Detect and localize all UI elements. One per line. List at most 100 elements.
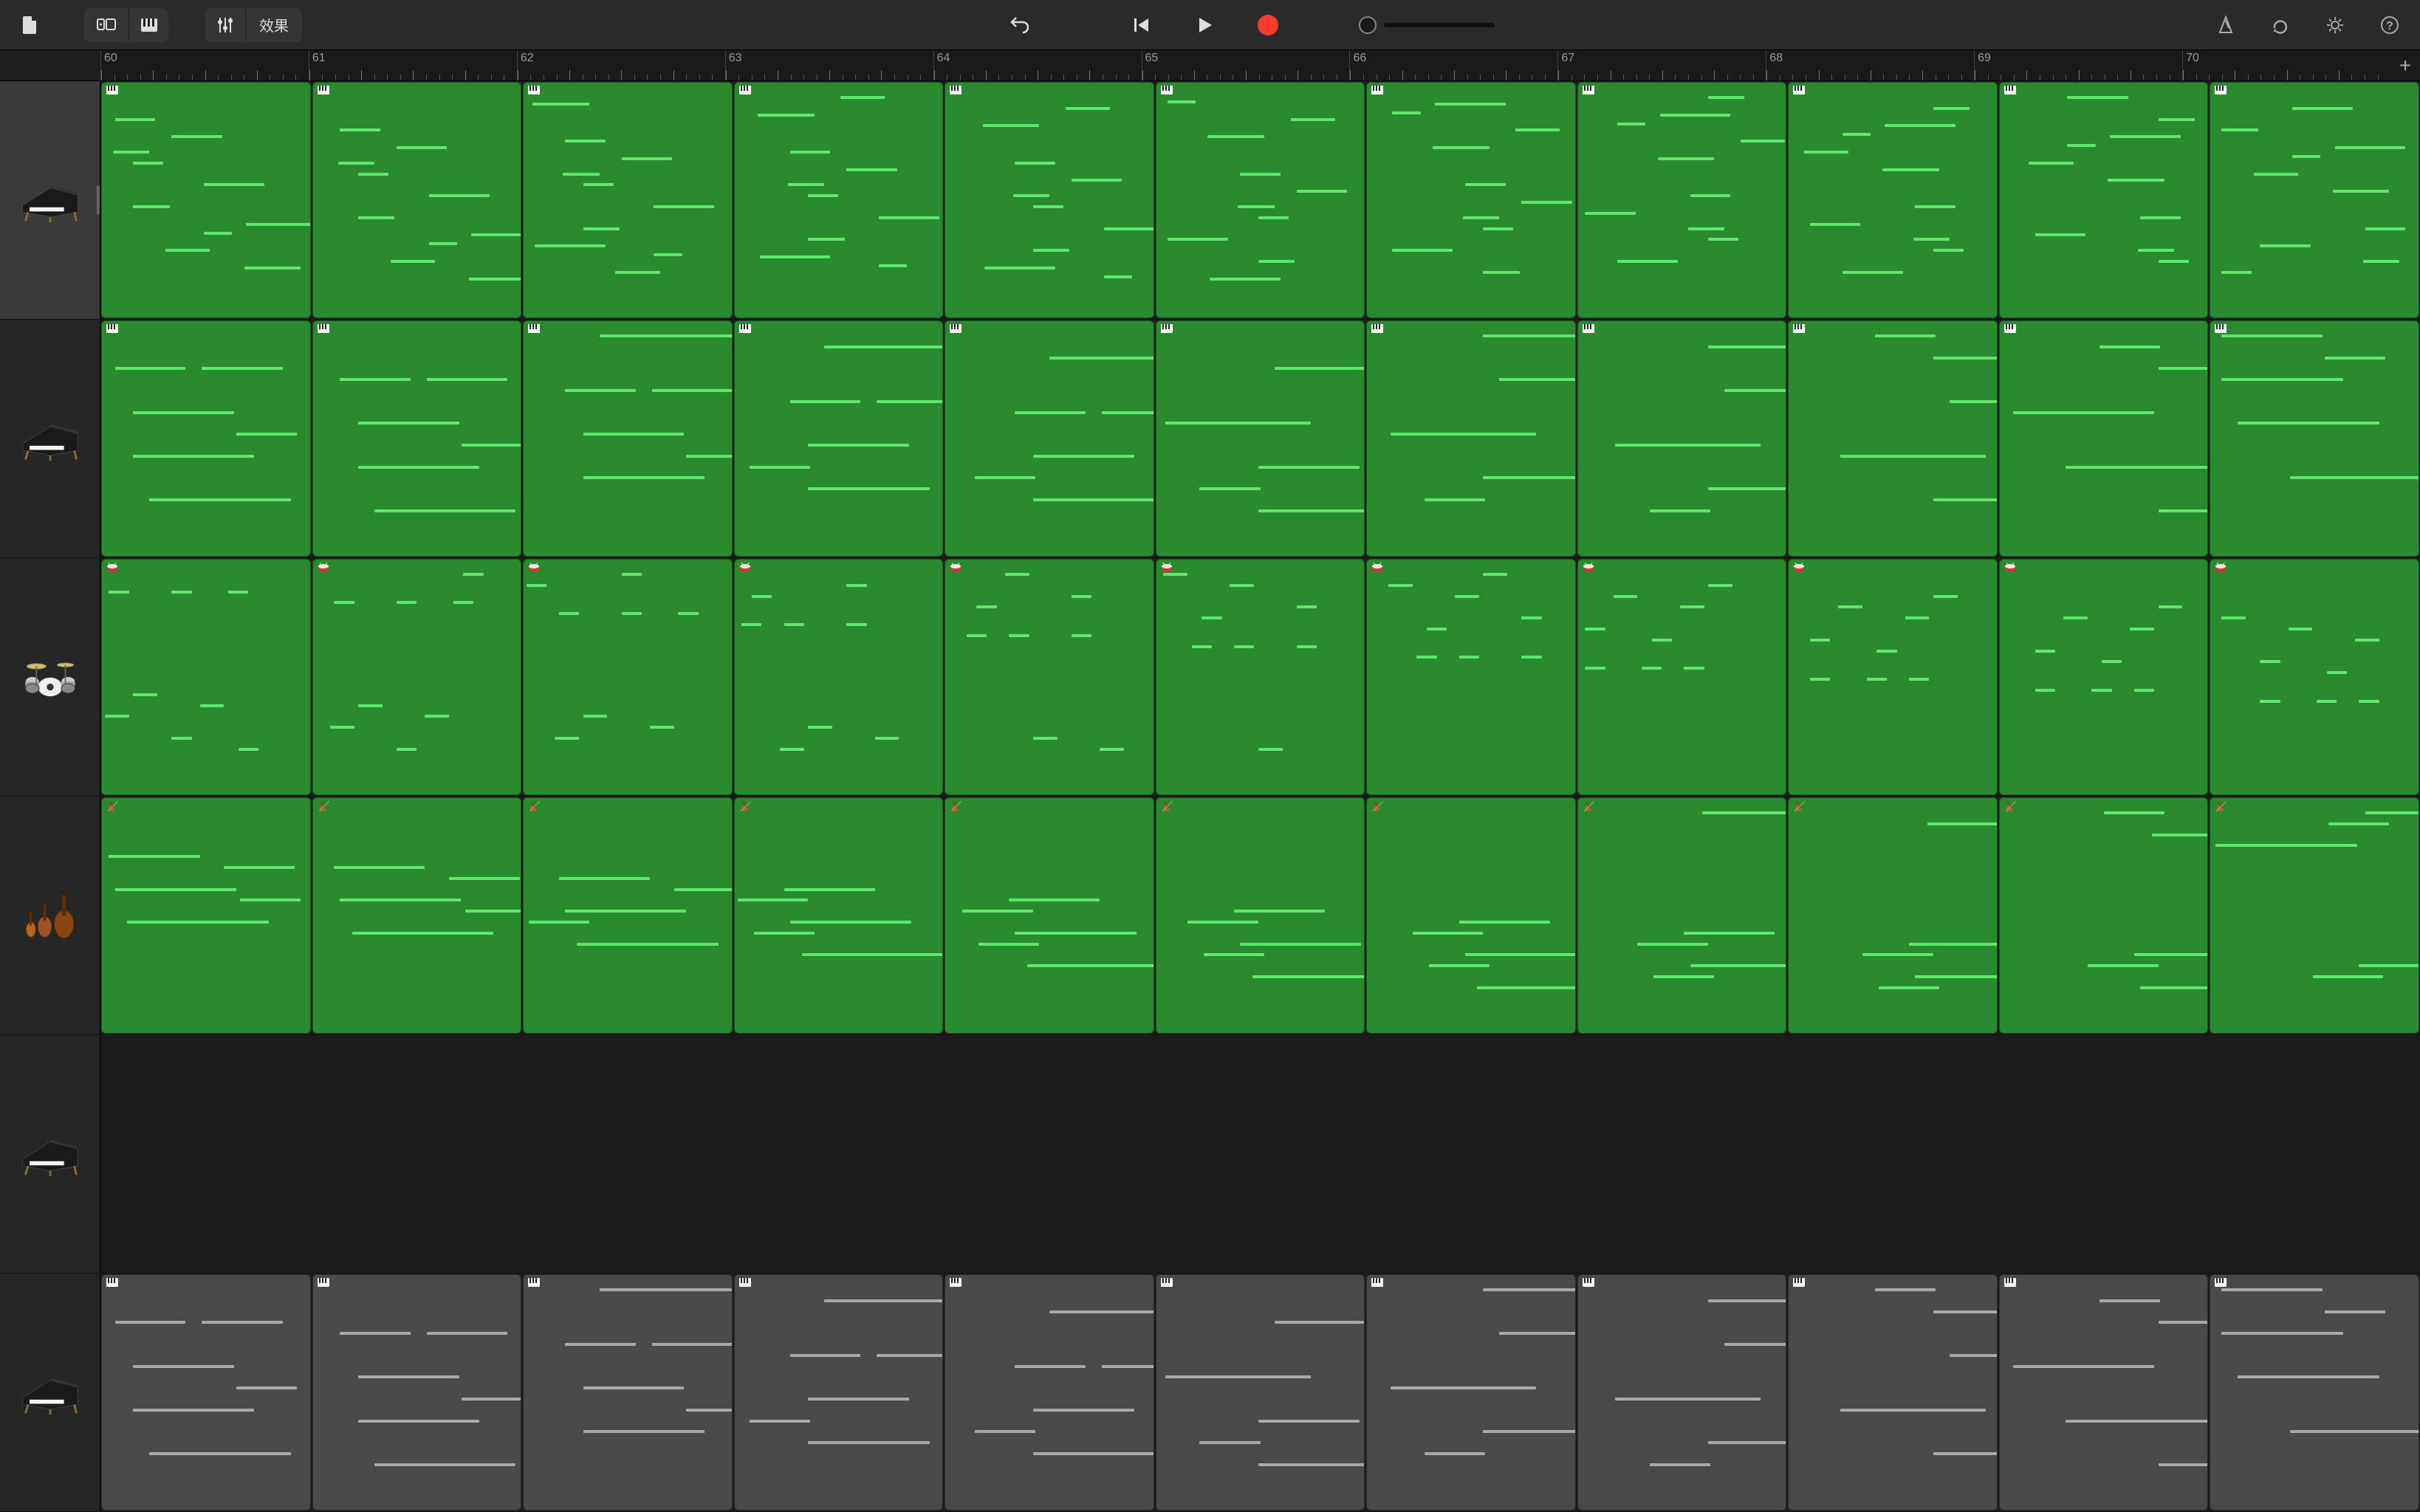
midi-region[interactable] — [1788, 82, 1998, 318]
midi-region[interactable] — [1999, 1274, 2209, 1511]
midi-region[interactable] — [1156, 797, 1365, 1034]
ruler-bar[interactable]: 69 — [1974, 50, 2182, 80]
midi-region[interactable] — [1999, 320, 2209, 557]
help-button[interactable] — [2373, 8, 2407, 42]
midi-region[interactable] — [734, 82, 944, 318]
midi-region[interactable] — [2210, 1274, 2419, 1511]
midi-region[interactable] — [734, 320, 944, 557]
track-header-grand-piano[interactable] — [0, 1035, 100, 1274]
midi-region[interactable] — [945, 320, 1154, 557]
midi-region[interactable] — [2210, 559, 2419, 795]
midi-region[interactable] — [1999, 559, 2209, 795]
midi-region[interactable] — [101, 320, 311, 557]
ruler-bar[interactable]: 63 — [725, 50, 933, 80]
track-lane[interactable] — [100, 558, 2420, 797]
track-lane[interactable] — [100, 320, 2420, 558]
midi-region[interactable] — [101, 1274, 311, 1511]
ruler-bar[interactable]: 70 — [2182, 50, 2390, 80]
track-lane[interactable] — [100, 797, 2420, 1035]
midi-region[interactable] — [312, 797, 522, 1034]
track-header-grand-piano[interactable] — [0, 1274, 100, 1512]
go-to-beginning-button[interactable] — [1124, 8, 1158, 42]
volume-track[interactable] — [1384, 23, 1495, 27]
ruler-bar[interactable]: 60 — [100, 50, 309, 80]
track-controls-button[interactable] — [205, 8, 245, 42]
midi-region[interactable] — [523, 1274, 733, 1511]
note-preview — [1370, 1288, 1572, 1507]
midi-region[interactable] — [312, 1274, 522, 1511]
midi-region[interactable] — [1366, 797, 1576, 1034]
midi-region[interactable] — [1999, 797, 2209, 1034]
master-volume[interactable] — [1359, 16, 1495, 34]
midi-region[interactable] — [945, 797, 1154, 1034]
my-songs-button[interactable] — [13, 8, 47, 42]
ruler-bar[interactable]: 66 — [1349, 50, 1557, 80]
record-button[interactable] — [1251, 8, 1285, 42]
midi-region[interactable] — [1156, 82, 1365, 318]
midi-region[interactable] — [1366, 82, 1576, 318]
fx-button[interactable]: 效果 — [245, 8, 302, 42]
midi-region[interactable] — [734, 797, 944, 1034]
ruler-bar[interactable]: 65 — [1142, 50, 1350, 80]
track-lane[interactable] — [100, 1274, 2420, 1512]
play-button[interactable] — [1187, 8, 1221, 42]
midi-region[interactable] — [945, 1274, 1154, 1511]
ruler-bar[interactable]: 68 — [1766, 50, 1974, 80]
midi-region[interactable] — [101, 82, 311, 318]
midi-region[interactable] — [1156, 1274, 1365, 1511]
midi-region[interactable] — [1156, 559, 1365, 795]
midi-region[interactable] — [734, 1274, 944, 1511]
midi-region[interactable] — [1788, 1274, 1998, 1511]
track-header-grand-piano[interactable] — [0, 320, 100, 558]
midi-region[interactable] — [101, 559, 311, 795]
midi-region[interactable] — [1577, 797, 1787, 1034]
midi-region[interactable] — [1366, 559, 1576, 795]
midi-region[interactable] — [523, 797, 733, 1034]
track-header-grand-piano[interactable] — [0, 81, 100, 320]
midi-region[interactable] — [1366, 1274, 1576, 1511]
midi-region[interactable] — [1788, 320, 1998, 557]
loop-browser-button[interactable] — [2263, 8, 2297, 42]
instrument-view-button[interactable] — [128, 8, 168, 42]
midi-region[interactable] — [1577, 559, 1787, 795]
midi-region[interactable] — [734, 559, 944, 795]
midi-region[interactable] — [1999, 82, 2209, 318]
midi-region[interactable] — [312, 559, 522, 795]
midi-region[interactable] — [523, 82, 733, 318]
midi-region[interactable] — [1577, 1274, 1787, 1511]
track-lane[interactable] — [100, 81, 2420, 320]
midi-region[interactable] — [2210, 320, 2419, 557]
midi-region[interactable] — [1577, 320, 1787, 557]
midi-region[interactable] — [1366, 320, 1576, 557]
metronome-button[interactable] — [2209, 8, 2243, 42]
track-lanes[interactable] — [100, 81, 2420, 1512]
midi-region[interactable] — [312, 320, 522, 557]
midi-region[interactable] — [101, 797, 311, 1034]
midi-region[interactable] — [523, 559, 733, 795]
track-lane[interactable] — [100, 1035, 2420, 1274]
midi-region[interactable] — [1577, 82, 1787, 318]
timeline-ruler[interactable]: 606162636465666768 69 70 — [100, 50, 2390, 80]
ruler-bar[interactable]: 61 — [309, 50, 517, 80]
midi-region[interactable] — [945, 82, 1154, 318]
add-track-button[interactable]: + — [2390, 50, 2420, 80]
track-header-drum-kit[interactable] — [0, 558, 100, 797]
track-headers — [0, 81, 100, 1512]
note-preview — [1159, 811, 1362, 1030]
settings-button[interactable] — [2318, 8, 2352, 42]
midi-region[interactable] — [1156, 320, 1365, 557]
tracks-view-button[interactable] — [84, 8, 128, 42]
ruler-bar[interactable]: 67 — [1557, 50, 1766, 80]
track-header-strings[interactable] — [0, 797, 100, 1035]
midi-region[interactable] — [523, 320, 733, 557]
ruler-bar[interactable]: 64 — [933, 50, 1142, 80]
midi-region[interactable] — [2210, 797, 2419, 1034]
midi-region[interactable] — [1788, 797, 1998, 1034]
undo-button[interactable] — [1001, 8, 1035, 42]
midi-region[interactable] — [312, 82, 522, 318]
bar-number: 69 — [1978, 52, 1991, 65]
midi-region[interactable] — [1788, 559, 1998, 795]
midi-region[interactable] — [2210, 82, 2419, 318]
ruler-bar[interactable]: 62 — [517, 50, 725, 80]
midi-region[interactable] — [945, 559, 1154, 795]
